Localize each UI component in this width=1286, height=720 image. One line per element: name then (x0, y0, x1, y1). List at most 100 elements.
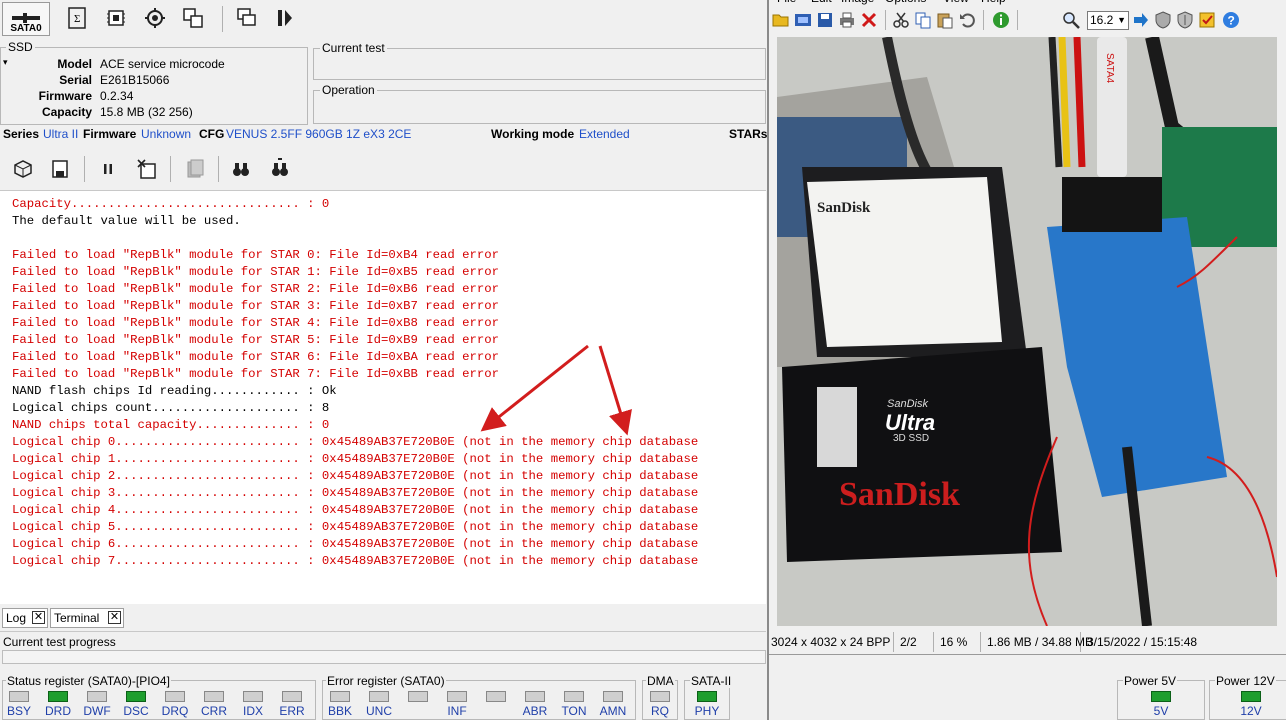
toolbar-separator (1017, 10, 1018, 30)
register-led (126, 691, 146, 702)
ssd-photo: SATA4 SanDisk SanDisk Ultra 3D SSD SanDi… (777, 37, 1277, 626)
sticker-brand: SanDisk (817, 200, 871, 216)
progress-bar (2, 650, 766, 664)
register-led (486, 691, 506, 702)
register-led (603, 691, 623, 702)
progress-label: Current test progress (3, 635, 116, 649)
undo-button[interactable] (957, 10, 977, 30)
viewer-menu-item[interactable]: Image (841, 0, 874, 5)
ultra-brand: SanDisk (887, 398, 928, 410)
close-icon[interactable]: ✕ (108, 611, 121, 624)
viewer-menu-item[interactable]: Edit (811, 0, 832, 5)
register-bit-label: IDX (242, 704, 263, 718)
next-image-button[interactable] (1131, 10, 1151, 30)
viewer-menu-item[interactable]: Options (885, 0, 926, 5)
dma-rq-label: RQ (651, 704, 669, 718)
register-bit-label: AMN (599, 704, 627, 718)
register-bit-label: DRQ (161, 704, 189, 718)
arrow-to-not-in-database (598, 345, 632, 436)
blurred-sticker (817, 387, 857, 467)
cable-label: SATA4 (1104, 53, 1115, 84)
register-bit-label: ABR (522, 704, 548, 718)
viewer-menu-item[interactable]: File (777, 0, 796, 5)
copy-button[interactable] (913, 10, 933, 30)
register-led (564, 691, 584, 702)
register-bit-label: BSY (6, 704, 31, 718)
arrow-right-icon (1134, 13, 1148, 27)
rotate-right-button[interactable] (1175, 10, 1195, 30)
ultra-sub: 3D SSD (893, 433, 929, 444)
save-button[interactable] (815, 10, 835, 30)
yellow-wire (1058, 37, 1071, 168)
viewer-menu-item[interactable]: Help (981, 0, 1006, 5)
register-bit-label: ERR (279, 704, 305, 718)
status-page: 2/2 (894, 632, 934, 652)
sata2-phy-label: PHY (694, 704, 720, 718)
info-button[interactable] (991, 10, 1011, 30)
rotate-left-button[interactable] (1153, 10, 1173, 30)
filmstrip-icon (795, 14, 811, 26)
thumbnails-button[interactable] (793, 10, 813, 30)
paste-button[interactable] (935, 10, 955, 30)
register-led (330, 691, 350, 702)
viewer-bottom-edge (769, 654, 1286, 655)
ultra-logo: SanDisk (839, 476, 960, 513)
arrow-to-chip-id (480, 344, 589, 432)
register-bit-label: CRR (201, 704, 227, 718)
register-bit-label: TON (561, 704, 587, 718)
image-viewer-window: File Edit Image Options View Help 16.2 ▼ (767, 0, 1286, 720)
checklist-icon (1199, 12, 1215, 28)
register-led (165, 691, 185, 702)
register-led (204, 691, 224, 702)
register-led (243, 691, 263, 702)
register-led (525, 691, 545, 702)
register-led (9, 691, 29, 702)
status-zoom: 16 % (934, 632, 981, 652)
help-button[interactable]: ? (1221, 10, 1241, 30)
close-icon[interactable]: ✕ (32, 611, 45, 624)
viewer-menu-item[interactable]: View (943, 0, 969, 5)
status-date: 3/15/2022 / 15:15:48 (1087, 635, 1198, 649)
edit-button[interactable] (1197, 10, 1217, 30)
folder-open-icon (772, 14, 789, 27)
register-bit-label: DSC (123, 704, 149, 718)
register-led (369, 691, 389, 702)
power12-title: Power 12V (1215, 674, 1276, 688)
register-led (87, 691, 107, 702)
delete-button[interactable] (859, 10, 879, 30)
register-bit-label: BBK (327, 704, 352, 718)
status-register-title: Status register (SATA0)-[PIO4] (6, 674, 171, 688)
photo-canvas[interactable]: SATA4 SanDisk SanDisk Ultra 3D SSD SanDi… (777, 37, 1277, 626)
scissors-icon (893, 12, 909, 28)
register-led (48, 691, 68, 702)
tab-log[interactable]: Log ✕ (2, 608, 48, 628)
print-button[interactable] (837, 10, 857, 30)
tab-terminal[interactable]: Terminal ✕ (50, 608, 124, 628)
open-button[interactable] (771, 10, 791, 30)
floppy-icon (818, 13, 832, 27)
tab-terminal-label: Terminal (54, 611, 100, 625)
delete-x-icon (861, 12, 877, 28)
power12-value: 12V (1240, 704, 1262, 718)
dma-rq-led (650, 691, 670, 702)
zoom-value: 16.2 (1090, 13, 1114, 27)
zoom-select[interactable]: 16.2 ▼ (1087, 11, 1129, 30)
zoom-button[interactable] (1061, 10, 1081, 30)
ultra-model: Ultra (885, 410, 935, 435)
register-bit-label: DWF (83, 704, 111, 718)
register-led (447, 691, 467, 702)
register-led (408, 691, 428, 702)
magnifier-icon (1063, 12, 1080, 29)
dma-title: DMA (646, 674, 675, 688)
red-wire (1073, 37, 1086, 168)
register-bit-label: INF (447, 704, 467, 718)
status-dimensions: 3024 x 4032 x 24 BPP (769, 632, 894, 652)
svg-text:?: ? (1228, 14, 1235, 28)
divider (0, 631, 766, 632)
cut-button[interactable] (891, 10, 911, 30)
sata2-phy-led (697, 691, 717, 702)
vertical-scrollbar[interactable] (1279, 37, 1286, 626)
shield-icon (1155, 11, 1171, 29)
register-led (282, 691, 302, 702)
viewer-menu-bar: File Edit Image Options View Help (769, 0, 1286, 8)
